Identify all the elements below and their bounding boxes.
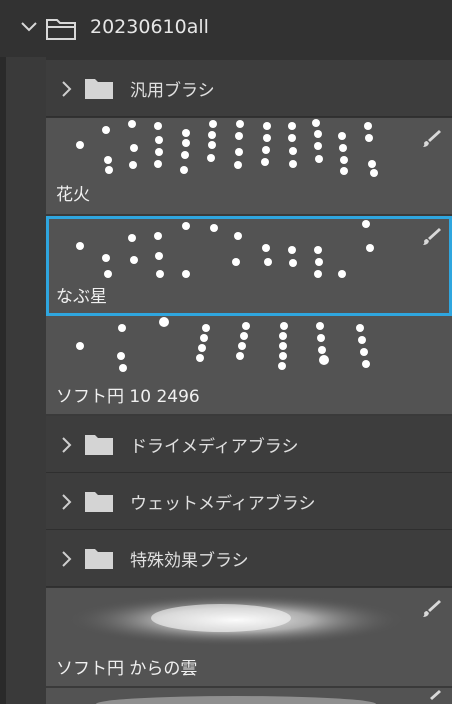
brush-stroke-preview [96,696,376,704]
root-folder-row[interactable]: 20230610all [0,0,452,57]
brush-icon [423,600,441,617]
brush-row-nabuboshi[interactable]: なぶ星 [46,216,452,316]
brush-row-soft-round-cloud[interactable]: ソフト円 からの雲 [46,588,452,688]
folder-icon [85,79,113,99]
chevron-right-icon[interactable] [60,436,72,454]
brush-row-hanabi[interactable]: 花火 [46,118,452,216]
folder-label: ドライメディアブラシ [130,437,299,457]
folder-icon [85,492,113,512]
root-folder-label: 20230610all [90,16,209,38]
folder-label: ウェットメディアブラシ [130,494,316,514]
folder-label: 特殊効果ブラシ [130,551,249,571]
folder-icon [46,19,76,40]
brush-icon [423,228,441,245]
brush-icon [430,690,441,700]
chevron-right-icon[interactable] [60,493,72,511]
brush-name: ソフト円 からの雲 [56,659,198,679]
folder-icon [85,435,113,455]
folder-row-dry-media[interactable]: ドライメディアブラシ [46,416,452,473]
folder-label: 汎用ブラシ [130,81,215,101]
brush-name: ソフト円 10 2496 [56,387,200,407]
chevron-right-icon[interactable] [60,80,72,98]
folder-row-general[interactable]: 汎用ブラシ [46,60,452,117]
brush-stroke-preview [76,220,374,278]
brush-stroke-preview [76,119,378,177]
brush-icon [423,130,441,147]
brush-name: 花火 [56,185,90,205]
folder-row-wet-media[interactable]: ウェットメディアブラシ [46,473,452,530]
indent-gutter [6,57,46,704]
folder-icon [85,549,113,569]
brush-row-soft-round-dots[interactable]: ソフト円 10 2496 [46,316,452,416]
brush-stroke-preview [66,594,406,646]
chevron-right-icon[interactable] [60,550,72,568]
chevron-down-icon[interactable] [20,20,38,34]
brush-name: なぶ星 [56,287,107,307]
folder-row-special-effects[interactable]: 特殊効果ブラシ [46,530,452,587]
brush-stroke-preview [76,317,370,372]
brush-row-partial[interactable] [46,688,452,704]
